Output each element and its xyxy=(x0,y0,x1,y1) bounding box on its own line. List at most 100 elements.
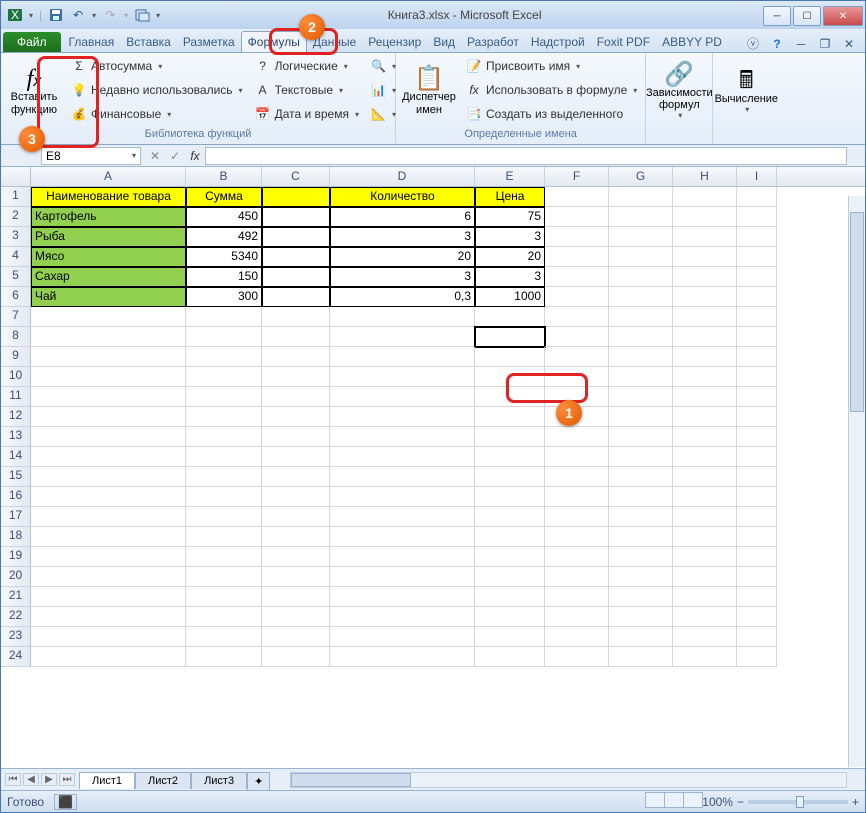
redo-dropdown-icon[interactable]: ▾ xyxy=(124,11,128,20)
cell[interactable] xyxy=(186,647,262,667)
row-header[interactable]: 22 xyxy=(1,607,31,627)
cell[interactable] xyxy=(31,627,186,647)
col-header-F[interactable]: F xyxy=(545,167,609,186)
close-button[interactable]: ✕ xyxy=(823,6,863,26)
cell[interactable] xyxy=(186,627,262,647)
col-header-I[interactable]: I xyxy=(737,167,777,186)
cell[interactable] xyxy=(673,547,737,567)
tab-data[interactable]: Данные xyxy=(307,32,362,52)
cell[interactable] xyxy=(737,207,777,227)
col-header-D[interactable]: D xyxy=(330,167,475,186)
sheet-nav-prev-icon[interactable]: ◀ xyxy=(23,773,39,786)
cell[interactable] xyxy=(475,347,545,367)
zoom-out-button[interactable]: − xyxy=(737,795,744,809)
cell[interactable] xyxy=(31,367,186,387)
cell[interactable] xyxy=(262,187,330,207)
cell[interactable] xyxy=(330,627,475,647)
cell[interactable] xyxy=(186,607,262,627)
cell[interactable] xyxy=(609,427,673,447)
cell[interactable] xyxy=(673,427,737,447)
tab-insert[interactable]: Вставка xyxy=(120,32,177,52)
tab-file[interactable]: Файл xyxy=(3,32,61,52)
cell[interactable]: 1000 xyxy=(475,287,545,307)
name-manager-button[interactable]: 📋 Диспетчер имен xyxy=(400,55,458,128)
cell[interactable]: 0,3 xyxy=(330,287,475,307)
sheet-nav-last-icon[interactable]: ⏭ xyxy=(59,773,75,786)
cell[interactable] xyxy=(475,587,545,607)
cell[interactable] xyxy=(330,507,475,527)
cell[interactable] xyxy=(186,387,262,407)
cell[interactable]: Сахар xyxy=(31,267,186,287)
cell[interactable]: 3 xyxy=(475,227,545,247)
cell[interactable] xyxy=(673,367,737,387)
row-header[interactable]: 24 xyxy=(1,647,31,667)
cell[interactable] xyxy=(262,247,330,267)
cell[interactable] xyxy=(673,567,737,587)
insert-function-button[interactable]: fx Вставить функцию xyxy=(5,55,63,128)
cell[interactable] xyxy=(609,507,673,527)
cell[interactable] xyxy=(737,547,777,567)
cell[interactable] xyxy=(737,247,777,267)
cell[interactable] xyxy=(186,447,262,467)
cell[interactable] xyxy=(330,427,475,447)
view-buttons[interactable] xyxy=(645,792,702,811)
cell[interactable] xyxy=(673,207,737,227)
cell[interactable]: 75 xyxy=(475,207,545,227)
row-header[interactable]: 4 xyxy=(1,247,31,267)
cell[interactable] xyxy=(262,487,330,507)
cell[interactable]: 492 xyxy=(186,227,262,247)
cell[interactable] xyxy=(609,587,673,607)
cell[interactable] xyxy=(609,287,673,307)
cell[interactable] xyxy=(673,187,737,207)
cell[interactable] xyxy=(737,427,777,447)
cell[interactable] xyxy=(609,207,673,227)
cell[interactable] xyxy=(475,647,545,667)
cell[interactable] xyxy=(609,227,673,247)
cell[interactable] xyxy=(673,587,737,607)
cell[interactable] xyxy=(545,247,609,267)
cell[interactable]: 300 xyxy=(186,287,262,307)
cell[interactable]: 3 xyxy=(330,227,475,247)
cell[interactable] xyxy=(545,427,609,447)
cell[interactable] xyxy=(737,267,777,287)
cell[interactable] xyxy=(737,227,777,247)
cell[interactable] xyxy=(737,607,777,627)
cell[interactable] xyxy=(330,607,475,627)
cell[interactable] xyxy=(673,307,737,327)
cell[interactable] xyxy=(609,407,673,427)
cell[interactable]: 20 xyxy=(475,247,545,267)
cell[interactable] xyxy=(609,187,673,207)
cell[interactable] xyxy=(186,507,262,527)
cell[interactable] xyxy=(737,387,777,407)
zoom-slider[interactable] xyxy=(748,800,848,804)
cell[interactable] xyxy=(475,407,545,427)
cell[interactable] xyxy=(262,387,330,407)
cell[interactable] xyxy=(31,547,186,567)
cell[interactable] xyxy=(545,527,609,547)
cell[interactable] xyxy=(186,327,262,347)
cell[interactable] xyxy=(475,387,545,407)
cell[interactable] xyxy=(545,587,609,607)
sheet-tab-2[interactable]: Лист2 xyxy=(135,772,191,789)
cell[interactable] xyxy=(545,367,609,387)
qat-customize-icon[interactable]: ▾ xyxy=(156,11,160,20)
col-header-H[interactable]: H xyxy=(673,167,737,186)
cell[interactable] xyxy=(262,467,330,487)
row-header[interactable]: 10 xyxy=(1,367,31,387)
doc-minimize-icon[interactable]: ─ xyxy=(793,37,809,51)
tab-foxit[interactable]: Foxit PDF xyxy=(591,32,656,52)
tab-developer[interactable]: Разработ xyxy=(461,32,525,52)
cell[interactable] xyxy=(330,387,475,407)
formula-fx-icon[interactable]: fx xyxy=(185,149,205,163)
more-fn-button[interactable]: 📐▾ xyxy=(367,103,391,125)
macro-record-icon[interactable]: ⬛ xyxy=(54,794,77,810)
datetime-button[interactable]: 📅Дата и время▾ xyxy=(251,103,363,125)
cell[interactable] xyxy=(673,487,737,507)
maximize-button[interactable]: ☐ xyxy=(793,6,821,26)
cell[interactable] xyxy=(31,407,186,427)
math-button[interactable]: 📊▾ xyxy=(367,79,391,101)
tab-layout[interactable]: Разметка xyxy=(177,32,241,52)
tab-view[interactable]: Вид xyxy=(427,32,461,52)
cell[interactable] xyxy=(262,327,330,347)
doc-restore-icon[interactable]: ❐ xyxy=(817,37,833,51)
